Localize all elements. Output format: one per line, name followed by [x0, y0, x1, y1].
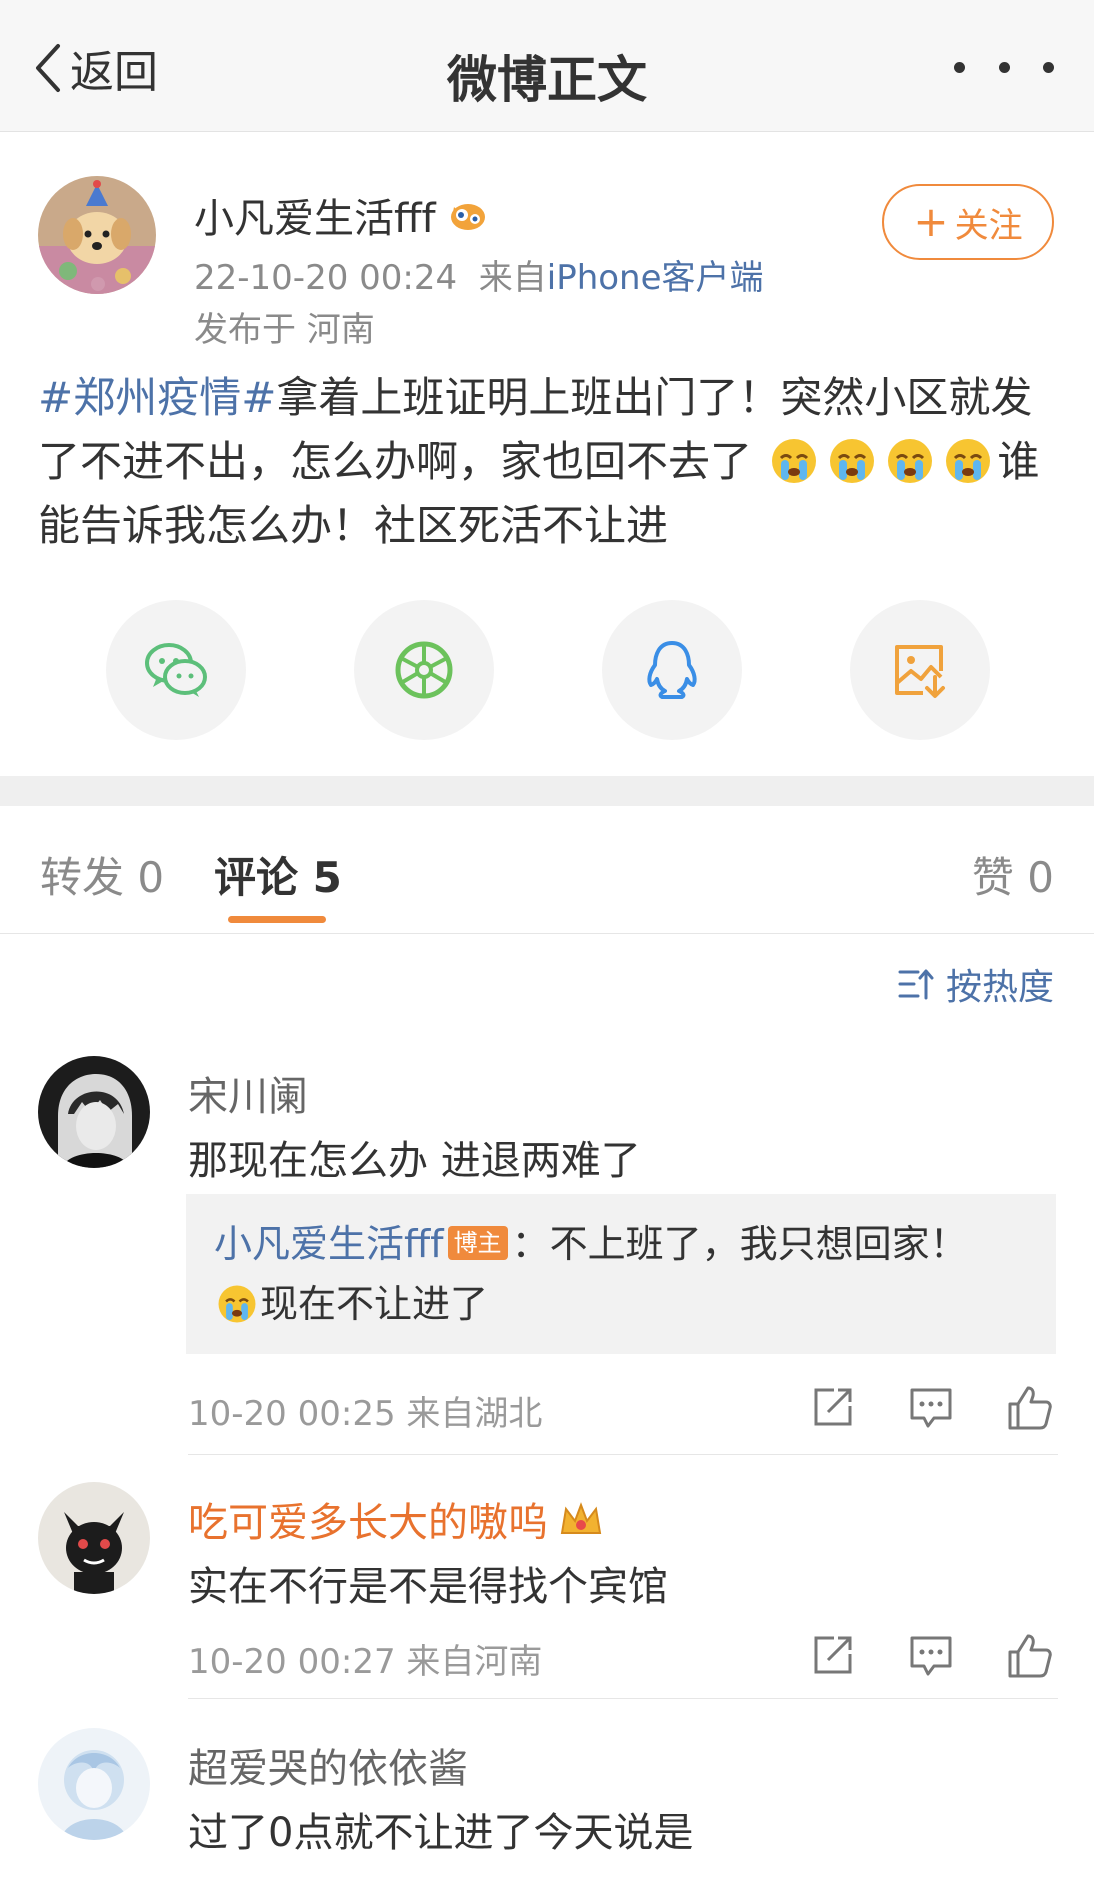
thumbs-up-icon	[1008, 1386, 1052, 1430]
tab-comments[interactable]: 评论 5	[214, 844, 342, 905]
share-out-icon	[814, 1388, 852, 1426]
commenter-name-text: 吃可爱多长大的嗷呜	[188, 1500, 548, 1546]
like-comment-button[interactable]	[1004, 1630, 1054, 1680]
comment-text: 过了0点就不让进了今天说是	[188, 1810, 694, 1856]
top-nav-bar: 返回 微博正文	[0, 0, 1094, 132]
share-out-icon	[814, 1636, 852, 1674]
section-divider	[0, 776, 1094, 806]
comment-meta: 10-20 00:27 来自河南	[188, 1642, 543, 1682]
sort-icon	[898, 969, 934, 1000]
tab-likes[interactable]: 赞 0	[972, 844, 1054, 905]
commenter-name[interactable]: 宋川阑	[188, 1064, 308, 1122]
fish-badge-icon	[450, 204, 485, 230]
comment-actions	[808, 1382, 1058, 1432]
sort-label: 按热度	[945, 967, 1054, 1008]
post-content: #郑州疫情#拿着上班证明上班出门了！突然小区就发了不进不出，怎么办啊，家也回不去…	[38, 366, 1058, 558]
comment-divider	[188, 1454, 1058, 1455]
host-badge: 博主	[447, 1226, 508, 1260]
reply-text-a: ：不上班了，我只想回家！	[511, 1222, 968, 1266]
more-dot	[998, 61, 1010, 73]
share-qq-button[interactable]	[602, 600, 742, 740]
save-image-button[interactable]	[850, 600, 990, 740]
like-comment-button[interactable]	[1004, 1382, 1054, 1432]
post-time: 22-10-20 00:24	[194, 258, 458, 298]
page-title: 微博正文	[447, 51, 647, 109]
comment-item: 宋川阑 那现在怎么办 进退两难了 小凡爱生活fff 博主 ：不上班了，我只想回家！ …	[0, 1056, 1094, 1456]
crying-emoji-icon	[772, 439, 817, 483]
comment-bubble-icon	[910, 1636, 952, 1676]
author-name[interactable]: 小凡爱生活fff	[194, 186, 490, 244]
share-row	[0, 600, 1094, 740]
commenter-avatar[interactable]	[38, 1482, 150, 1594]
crying-emoji-icon	[218, 1285, 256, 1323]
more-dot	[1043, 61, 1054, 73]
follow-button[interactable]: + 关注	[882, 184, 1054, 260]
post-location: 发布于 河南	[194, 310, 375, 350]
more-options-button[interactable]	[954, 52, 1054, 82]
plus-icon: +	[913, 197, 949, 246]
post-from-prefix: 来自	[478, 258, 547, 298]
moments-icon	[395, 641, 453, 699]
commenter-avatar[interactable]	[38, 1728, 150, 1840]
post-source-link[interactable]: iPhone客户端	[547, 258, 764, 298]
reply-author-name[interactable]: 小凡爱生活fff	[214, 1222, 444, 1266]
more-dots-icon	[954, 61, 965, 73]
thumbs-up-icon	[1008, 1634, 1052, 1678]
interaction-tabs: 转发 0 评论 5 赞 0	[0, 806, 1094, 934]
hashtag-link[interactable]: #郑州疫情#	[38, 373, 276, 422]
comment-bubble-icon	[910, 1388, 952, 1428]
reply-comment-button[interactable]	[906, 1630, 956, 1680]
sort-by-hot-button[interactable]: 按热度	[896, 958, 1054, 1010]
reply-comment-button[interactable]	[906, 1382, 956, 1432]
crying-emoji-icon	[946, 439, 991, 483]
qq-penguin-icon	[647, 641, 697, 699]
crown-badge-icon	[560, 1502, 602, 1534]
commenter-name[interactable]: 超爱哭的依依酱	[188, 1736, 468, 1794]
save-image-icon	[895, 645, 945, 698]
comment-divider	[188, 1698, 1058, 1699]
share-wechat-button[interactable]	[106, 600, 246, 740]
author-avatar[interactable]	[38, 176, 156, 294]
tab-reposts[interactable]: 转发 0	[40, 844, 164, 905]
comment-actions	[808, 1630, 1058, 1680]
wechat-icon	[145, 643, 207, 697]
repost-comment-button[interactable]	[808, 1382, 858, 1432]
post-meta: 22-10-20 00:24 来自iPhone客户端	[194, 250, 764, 299]
follow-label: 关注	[954, 205, 1023, 246]
comment-item: 吃可爱多长大的嗷呜 实在不行是不是得找个宾馆 10-20 00:27 来自河南	[0, 1482, 1094, 1732]
repost-comment-button[interactable]	[808, 1630, 858, 1680]
crying-emoji-icon	[888, 439, 933, 483]
commenter-avatar[interactable]	[38, 1056, 150, 1168]
active-tab-indicator	[228, 916, 326, 923]
commenter-name[interactable]: 吃可爱多长大的嗷呜	[188, 1490, 604, 1548]
comment-reply-box[interactable]: 小凡爱生活fff 博主 ：不上班了，我只想回家！ 现在不让进了	[186, 1194, 1056, 1354]
comment-meta: 10-20 00:25 来自湖北	[188, 1394, 543, 1434]
author-name-text: 小凡爱生活fff	[194, 196, 436, 242]
share-moments-button[interactable]	[354, 600, 494, 740]
comment-item: 超爱哭的依依酱 过了0点就不让进了今天说是	[0, 1728, 1094, 1894]
comment-text: 那现在怎么办 进退两难了	[188, 1138, 641, 1184]
crying-emoji-icon	[830, 439, 875, 483]
reply-text-b: 现在不让进了	[260, 1282, 489, 1326]
comment-text: 实在不行是不是得找个宾馆	[188, 1564, 668, 1610]
